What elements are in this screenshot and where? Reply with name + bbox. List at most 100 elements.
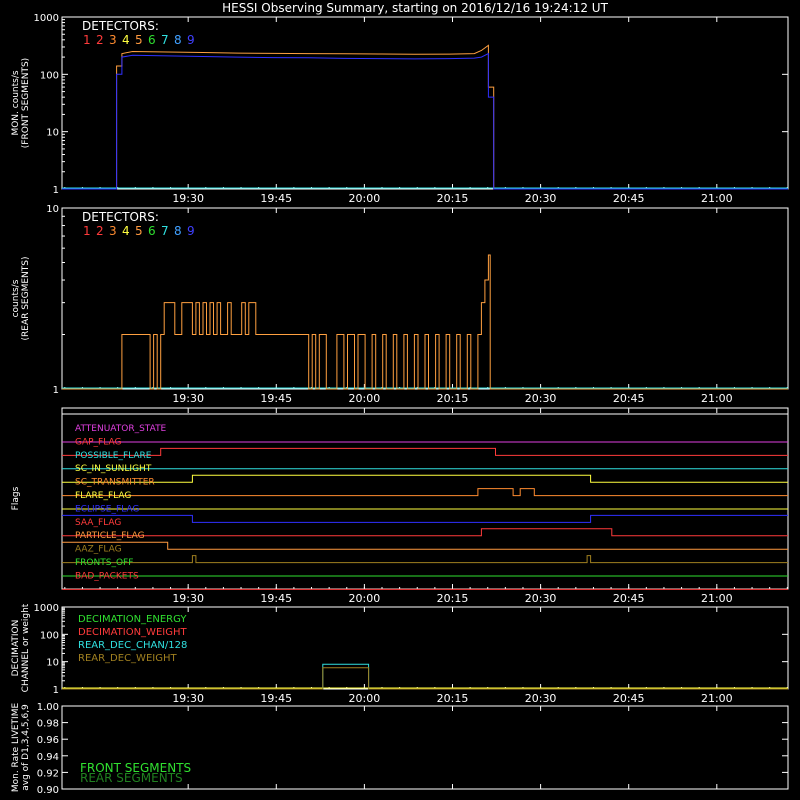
- y-tick-label: 100: [40, 70, 59, 81]
- flag-label-bad_packets: BAD_PACKETS: [75, 571, 139, 581]
- flag-label-sc_in_sunlight: SC_IN_SUNLIGHT: [75, 464, 152, 474]
- y-tick-label: 0.94: [37, 752, 59, 763]
- legend-detector-3: 3: [109, 33, 117, 47]
- y-tick-label: 10: [46, 658, 59, 669]
- flag-label-sc_transmitter: SC_TRANSMITTER: [75, 478, 155, 488]
- decimation-legend-item: DECIMATION_ENERGY: [78, 614, 187, 625]
- legend-detector-6: 6: [148, 33, 156, 47]
- flag-label-gap_flag: GAP_FLAG: [75, 437, 121, 447]
- legend-detector-4: 4: [122, 224, 130, 238]
- x-tick-label: 20:15: [437, 192, 469, 205]
- x-tick-label: 19:30: [172, 392, 204, 405]
- panel-flags: Flags 19:30 19:45 20:00 20:15 20:30 20:45 21:00…: [11, 407, 789, 605]
- y-axis-label: Mon. Rate LIVETIME: [11, 703, 21, 793]
- series-line-blue: [62, 52, 788, 190]
- flag-line-particle_flag: [62, 541, 788, 550]
- flag-label-fronts_off: FRONTS_OFF: [75, 558, 133, 568]
- legend-detector-8: 8: [174, 33, 182, 47]
- legend-detector-3: 3: [109, 224, 117, 238]
- y-tick-label: 1000: [34, 13, 59, 24]
- legend-detector-2: 2: [96, 33, 104, 47]
- y-tick-label: 100: [40, 630, 59, 641]
- x-tick-label: 20:15: [437, 392, 469, 405]
- legend-detector-8: 8: [174, 224, 182, 238]
- hessi-summary-chart: HESSI Observing Summary, starting on 201…: [0, 0, 800, 800]
- panel-decimation: DECIMATION CHANNEL or weight 1 10 100 1000 19:…: [11, 603, 789, 705]
- y-axis-label: CHANNEL or weight: [21, 603, 31, 692]
- chart-title: HESSI Observing Summary, starting on 201…: [222, 1, 608, 15]
- panel-livetime: Mon. Rate LIVETIME avg of D1,3,4,5,6,9 0.9…: [11, 702, 789, 796]
- y-tick-label: 0.98: [37, 719, 59, 730]
- legend-detector-2: 2: [96, 224, 104, 238]
- x-tick-label: 20:00: [349, 192, 381, 205]
- x-tick-label: 20:45: [613, 392, 645, 405]
- x-tick-label: 21:00: [701, 592, 733, 605]
- panel-rear: counts/s (REAR SEGMENTS) 1 10 19:30 19:45 20:0…: [11, 204, 789, 405]
- legend-detector-1: 1: [83, 33, 91, 47]
- panel-front: MON. counts/s (FRONT SEGMENTS) 1 10 100 1000 1…: [11, 13, 789, 205]
- legend-detector-6: 6: [148, 224, 156, 238]
- x-tick-label: 21:00: [701, 392, 733, 405]
- legend-title: DETECTORS:: [82, 210, 159, 224]
- y-axis-label: Flags: [11, 486, 21, 510]
- x-tick-label: 20:30: [525, 592, 557, 605]
- x-tick-label: 20:30: [525, 692, 557, 705]
- x-tick-label: 19:45: [260, 592, 292, 605]
- x-tick-label: 21:00: [701, 692, 733, 705]
- decimation-series-line: [62, 663, 788, 690]
- y-tick-label: 1.00: [37, 702, 59, 713]
- y-axis-label: MON. counts/s: [11, 70, 21, 135]
- series-line-orange: [62, 254, 788, 390]
- decimation-legend-item: REAR_DEC_WEIGHT: [78, 653, 177, 664]
- x-tick-label: 20:30: [525, 392, 557, 405]
- legend-detector-9: 9: [187, 33, 195, 47]
- x-tick-label: 19:30: [172, 592, 204, 605]
- x-tick-label: 20:00: [349, 692, 381, 705]
- series-line-orange: [62, 44, 788, 190]
- y-axis-label: DECIMATION: [11, 620, 21, 677]
- y-tick-label: 1000: [34, 603, 59, 614]
- y-tick-label: 1: [53, 185, 59, 196]
- y-tick-label: 10: [46, 204, 59, 215]
- flag-label-particle_flag: PARTICLE_FLAG: [75, 531, 145, 541]
- x-tick-label: 20:15: [437, 692, 469, 705]
- y-axis-label: (REAR SEGMENTS): [21, 256, 31, 340]
- x-tick-label: 20:45: [613, 592, 645, 605]
- flag-line-saa_flag: [62, 528, 788, 537]
- y-tick-label: 0.96: [37, 735, 59, 746]
- x-tick-label: 20:45: [613, 192, 645, 205]
- y-tick-label: 1: [53, 385, 59, 396]
- x-tick-label: 20:00: [349, 592, 381, 605]
- x-tick-label: 20:30: [525, 192, 557, 205]
- y-tick-label: 0.90: [37, 785, 59, 796]
- x-tick-label: 20:15: [437, 592, 469, 605]
- legend-detector-1: 1: [83, 224, 91, 238]
- flag-line-sc_in_sunlight: [62, 474, 788, 483]
- legend-detector-5: 5: [135, 33, 143, 47]
- flag-line-gap_flag: [62, 447, 788, 456]
- flag-label-flare_flag: FLARE_FLAG: [75, 491, 131, 501]
- decimation-series-line: [62, 667, 788, 690]
- legend-detector-7: 7: [161, 33, 169, 47]
- x-tick-label: 20:45: [613, 692, 645, 705]
- livetime-legend-item: REAR SEGMENTS: [80, 771, 183, 785]
- legend-detector-9: 9: [187, 224, 195, 238]
- decimation-legend-item: REAR_DEC_CHAN/128: [78, 640, 187, 651]
- x-tick-label: 19:30: [172, 692, 204, 705]
- y-axis-label: avg of D1,3,4,5,6,9: [21, 704, 31, 791]
- decimation-legend-item: DECIMATION_WEIGHT: [78, 627, 187, 638]
- flag-label-possible_flare: POSSIBLE_FLARE: [75, 451, 152, 461]
- legend-detector-7: 7: [161, 224, 169, 238]
- panel-frame: [61, 16, 789, 190]
- x-tick-label: 19:45: [260, 392, 292, 405]
- x-tick-label: 20:00: [349, 392, 381, 405]
- flag-line-eclipse_flag: [62, 514, 788, 523]
- flag-label-attenuator_state: ATTENUATOR_STATE: [75, 424, 167, 434]
- legend-title: DETECTORS:: [82, 19, 159, 33]
- flag-label-saa_flag: SAA_FLAG: [75, 518, 121, 528]
- y-tick-label: 0.92: [37, 768, 59, 779]
- legend-detector-5: 5: [135, 224, 143, 238]
- y-tick-label: 1: [53, 685, 59, 696]
- x-tick-label: 19:45: [260, 192, 292, 205]
- flag-label-aaz_flag: AAZ_FLAG: [75, 545, 122, 555]
